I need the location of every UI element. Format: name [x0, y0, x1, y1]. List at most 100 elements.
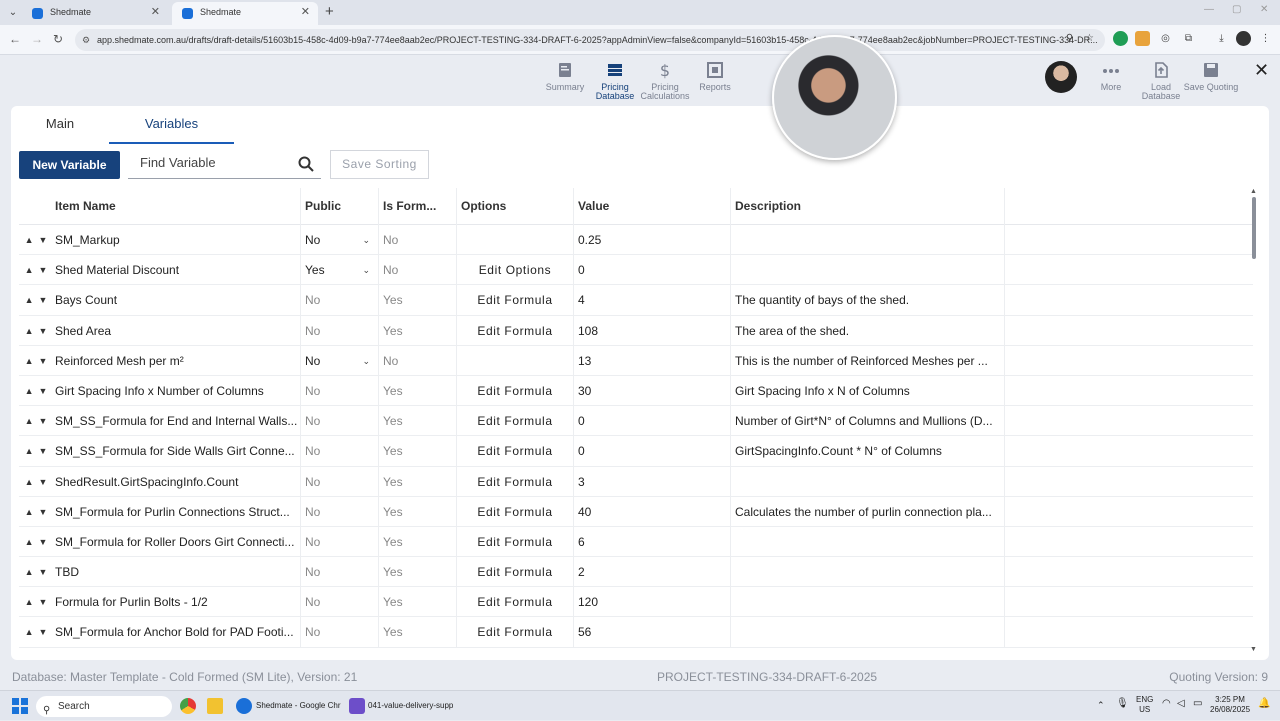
options-button[interactable]: Edit Formula: [457, 466, 574, 497]
url-field[interactable]: ⚙ app.shedmate.com.au/drafts/draft-detai…: [75, 29, 1105, 51]
move-down-icon[interactable]: ▼: [39, 597, 48, 607]
nav-save-quoting[interactable]: Save Quoting: [1183, 61, 1239, 92]
move-down-icon[interactable]: ▼: [39, 507, 48, 517]
move-down-icon[interactable]: ▼: [39, 537, 48, 547]
table-row[interactable]: ▲ ▼ SM_Formula for Anchor Bold for PAD Fo…: [19, 617, 1253, 648]
close-tab-icon[interactable]: ✕: [151, 2, 160, 23]
bookmark-star-icon[interactable]: ☆: [1082, 31, 1097, 46]
table-row[interactable]: ▲ ▼ Shed Material Discount Yes ⌄ No Edit Opti…: [19, 255, 1253, 286]
chrome-icon[interactable]: [180, 698, 196, 714]
options-button[interactable]: Edit Formula: [457, 557, 574, 588]
search-icon[interactable]: [297, 155, 315, 173]
move-down-icon[interactable]: ▼: [39, 295, 48, 305]
table-row[interactable]: ▲ ▼ SM_SS_Formula for End and Internal Wa…: [19, 406, 1253, 437]
notification-bell-icon[interactable]: 🔔: [1258, 699, 1270, 709]
tray-chevron-icon[interactable]: ⌃: [1097, 700, 1105, 710]
new-variable-button[interactable]: New Variable: [19, 151, 120, 179]
move-up-icon[interactable]: ▲: [25, 567, 34, 577]
header-description[interactable]: Description: [731, 188, 1005, 225]
move-up-icon[interactable]: ▲: [25, 597, 34, 607]
reload-icon[interactable]: ↻: [53, 32, 63, 46]
public-select[interactable]: No ⌄: [301, 345, 379, 376]
search-input[interactable]: [140, 155, 290, 170]
windows-start-icon[interactable]: [12, 698, 28, 714]
options-button[interactable]: Edit Formula: [457, 587, 574, 618]
options-button[interactable]: Edit Formula: [457, 285, 574, 316]
options-button[interactable]: Edit Formula: [457, 436, 574, 467]
move-down-icon[interactable]: ▼: [39, 567, 48, 577]
extensions-puzzle-icon[interactable]: ⧉: [1181, 31, 1196, 46]
scroll-up-icon[interactable]: ▲: [1250, 188, 1257, 195]
volume-icon[interactable]: ◁: [1177, 699, 1185, 709]
nav-pricing-database[interactable]: Pricing Database: [587, 61, 643, 101]
header-value[interactable]: Value: [574, 188, 731, 225]
table-row[interactable]: ▲ ▼ Shed Area No Yes Edit Formula 108 The area…: [19, 315, 1253, 346]
file-explorer-icon[interactable]: [207, 698, 223, 714]
reorder-arrows[interactable]: ▲ ▼: [19, 436, 53, 466]
browser-tab-1[interactable]: Shedmate ✕: [22, 2, 168, 25]
browser-menu-icon[interactable]: ⋮: [1258, 31, 1273, 46]
move-up-icon[interactable]: ▲: [25, 507, 34, 517]
move-up-icon[interactable]: ▲: [25, 537, 34, 547]
move-up-icon[interactable]: ▲: [25, 265, 34, 275]
reorder-arrows[interactable]: ▲ ▼: [19, 406, 53, 436]
tab-main[interactable]: Main: [11, 106, 109, 144]
taskbar-app-shedmate[interactable]: Shedmate - Google Chr: [256, 697, 341, 715]
options-button[interactable]: Edit Options: [457, 255, 574, 286]
reorder-arrows[interactable]: ▲ ▼: [19, 255, 53, 285]
extension-green-icon[interactable]: [1113, 31, 1128, 46]
site-info-icon[interactable]: ⚙: [82, 29, 90, 51]
table-row[interactable]: ▲ ▼ SM_Formula for Roller Doors Girt Conn…: [19, 526, 1253, 558]
move-down-icon[interactable]: ▼: [39, 416, 48, 426]
table-row[interactable]: ▲ ▼ ShedResult.GirtSpacingInfo.Count No Yes…: [19, 466, 1253, 497]
extension-icon[interactable]: ◎: [1158, 31, 1173, 46]
move-up-icon[interactable]: ▲: [25, 295, 34, 305]
move-down-icon[interactable]: ▼: [39, 477, 48, 487]
back-icon[interactable]: ←: [9, 32, 21, 46]
reorder-arrows[interactable]: ▲ ▼: [19, 497, 53, 527]
table-row[interactable]: ▲ ▼ Formula for Purlin Bolts - 1/2 No Yes Ed…: [19, 587, 1253, 618]
taskbar-search[interactable]: ⚲ Search: [36, 696, 172, 717]
nav-load-database[interactable]: Load Database: [1133, 61, 1189, 101]
reorder-arrows[interactable]: ▲ ▼: [19, 285, 53, 315]
forward-icon[interactable]: →: [31, 32, 43, 46]
new-tab-icon[interactable]: +: [325, 2, 334, 22]
reorder-arrows[interactable]: ▲ ▼: [19, 316, 53, 346]
move-down-icon[interactable]: ▼: [39, 627, 48, 637]
options-button[interactable]: Edit Formula: [457, 617, 574, 648]
move-up-icon[interactable]: ▲: [25, 627, 34, 637]
table-row[interactable]: ▲ ▼ SM_SS_Formula for Side Walls Girt Con…: [19, 436, 1253, 467]
table-row[interactable]: ▲ ▼ Reinforced Mesh per m² No ⌄ No 13 This is …: [19, 345, 1253, 376]
clock[interactable]: 3:25 PM 26/08/2025: [1210, 695, 1250, 715]
move-down-icon[interactable]: ▼: [39, 446, 48, 456]
taskbar-app-value-delivery[interactable]: 041-value-delivery-supp: [368, 697, 453, 715]
nav-reports[interactable]: Reports: [687, 61, 743, 92]
maximize-icon[interactable]: ▢: [1232, 4, 1241, 15]
options-button[interactable]: Edit Formula: [457, 526, 574, 557]
table-row[interactable]: ▲ ▼ Girt Spacing Info x Number of Columns…: [19, 375, 1253, 407]
download-icon[interactable]: ⤓: [1214, 31, 1229, 46]
move-down-icon[interactable]: ▼: [39, 386, 48, 396]
move-up-icon[interactable]: ▲: [25, 356, 34, 366]
reorder-arrows[interactable]: ▲ ▼: [19, 617, 53, 647]
microphone-icon[interactable]: 🎙: [1116, 699, 1129, 709]
tab-search-menu-icon[interactable]: ⌄: [4, 4, 22, 22]
move-down-icon[interactable]: ▼: [39, 265, 48, 275]
nav-pricing-calculations[interactable]: $ Pricing Calculations: [637, 61, 693, 101]
move-up-icon[interactable]: ▲: [25, 235, 34, 245]
reorder-arrows[interactable]: ▲ ▼: [19, 587, 53, 617]
table-row[interactable]: ▲ ▼ SM_Markup No ⌄ No 0.25: [19, 225, 1253, 256]
options-button[interactable]: Edit Formula: [457, 375, 574, 406]
user-avatar[interactable]: [1045, 61, 1077, 93]
profile-icon[interactable]: [1236, 31, 1251, 46]
browser-tab-2[interactable]: Shedmate ✕: [172, 2, 318, 25]
reorder-arrows[interactable]: ▲ ▼: [19, 467, 53, 497]
wifi-icon[interactable]: ◠: [1162, 699, 1171, 709]
table-scrollbar[interactable]: [1252, 197, 1256, 259]
move-down-icon[interactable]: ▼: [39, 235, 48, 245]
reorder-arrows[interactable]: ▲ ▼: [19, 527, 53, 557]
move-down-icon[interactable]: ▼: [39, 356, 48, 366]
move-up-icon[interactable]: ▲: [25, 416, 34, 426]
save-sorting-button[interactable]: Save Sorting: [330, 150, 429, 179]
move-up-icon[interactable]: ▲: [25, 477, 34, 487]
